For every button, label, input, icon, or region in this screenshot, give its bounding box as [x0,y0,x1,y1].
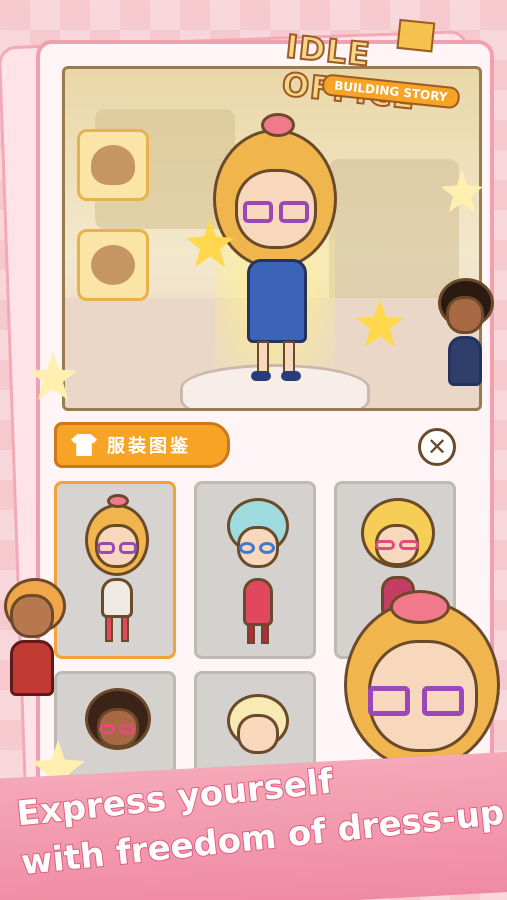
outfit-catalog-tab[interactable]: 服装图鉴 [54,422,230,468]
side-character-right [426,278,502,408]
showcase-character [205,109,345,389]
outfit-catalog-label: 服装图鉴 [107,436,191,457]
face-slot[interactable] [77,229,149,301]
hairstyle-slot[interactable] [77,129,149,201]
outfit-card-2[interactable] [194,481,316,659]
logo-title: IDLE OFFICE [279,26,418,118]
close-icon: ✕ [426,433,448,461]
head-silhouette-icon [91,245,135,285]
hair-silhouette-icon [91,145,135,185]
shirt-icon [71,434,97,456]
side-character-left [0,578,74,728]
close-button[interactable]: ✕ [418,428,456,466]
game-logo: IDLE OFFICE BUILDING STORY [278,15,498,146]
